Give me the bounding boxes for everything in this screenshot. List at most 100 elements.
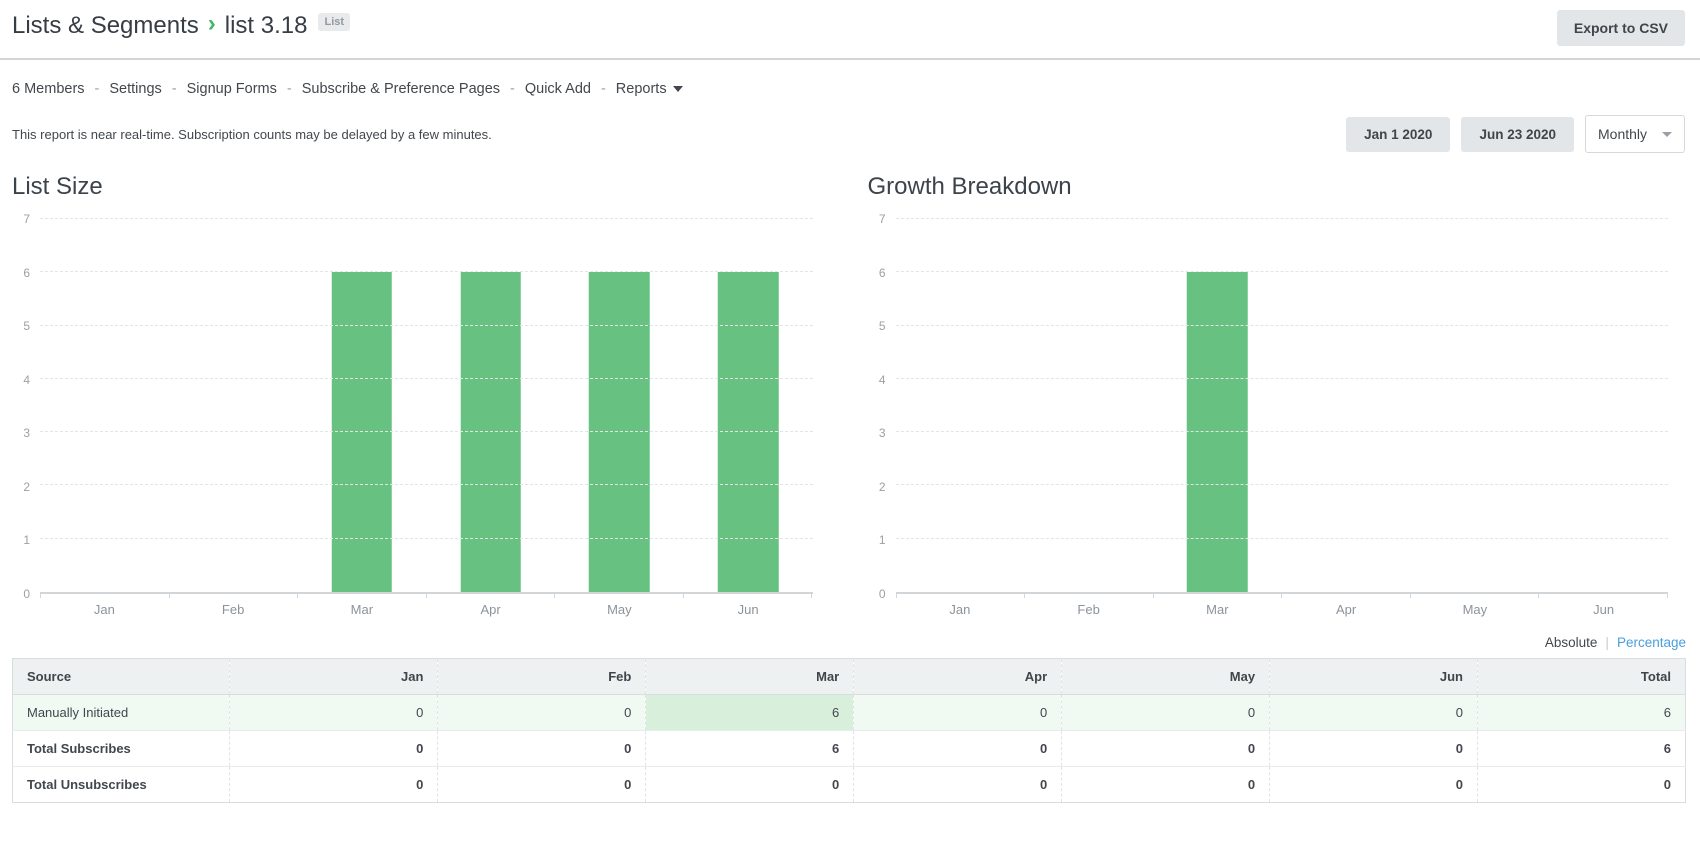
bar-slot-jun [1539,219,1668,592]
x-tick [1539,594,1668,598]
plot-area [896,219,1669,594]
bar-slot-mar [1153,219,1282,592]
gridline [896,484,1669,485]
nav-separator: - [95,81,100,97]
table-row: Total Subscribes0060006 [13,731,1686,767]
nav-item-signup-forms[interactable]: Signup Forms [187,81,277,97]
value-cell: 6 [1478,731,1686,767]
nav-item-subscribe-preference-pages[interactable]: Subscribe & Preference Pages [302,81,500,97]
x-tick-label: Jun [1539,602,1668,617]
x-tick [41,594,170,598]
column-header-apr: Apr [854,659,1062,695]
nav-item-label: Quick Add [525,81,591,97]
y-tick-label: 5 [23,319,30,333]
bar-slot-feb [1024,219,1153,592]
gridline [40,538,813,539]
x-axis-ticks [40,594,813,598]
y-tick-label: 6 [23,266,30,280]
breadcrumb-lists-segments-link[interactable]: Lists & Segments [12,12,199,40]
column-header-feb: Feb [438,659,646,695]
y-tick-label: 4 [879,373,886,387]
x-tick-label: May [1411,602,1540,617]
interval-select-value: Monthly [1598,126,1647,142]
export-to-csv-button[interactable]: Export to CSV [1557,10,1685,46]
value-cell: 0 [1270,731,1478,767]
y-tick-label: 3 [23,426,30,440]
y-tick-label: 4 [23,373,30,387]
y-tick-label: 5 [879,319,886,333]
y-axis: 01234567 [12,219,40,594]
x-tick-label: Feb [169,602,298,617]
column-header-total: Total [1478,659,1686,695]
chevron-down-icon [673,86,683,92]
x-tick [1025,594,1154,598]
value-cell: 6 [1478,695,1686,731]
value-cell: 0 [1270,767,1478,803]
value-cell: 0 [1478,767,1686,803]
x-tick-label: Mar [1153,602,1282,617]
source-table-wrap: SourceJanFebMarAprMayJunTotal Manually I… [0,658,1700,803]
chevron-right-icon: › [208,12,216,36]
gridline [40,431,813,432]
value-cell: 0 [1062,767,1270,803]
x-tick-label: Jan [896,602,1025,617]
bar-slot-jun [684,219,813,592]
y-tick-label: 2 [23,480,30,494]
bar-slot-apr [1282,219,1411,592]
gridline [40,271,813,272]
x-tick-label: Feb [1024,602,1153,617]
value-cell: 0 [1062,695,1270,731]
nav-item-6-members[interactable]: 6 Members [12,81,85,97]
x-tick [298,594,427,598]
percentage-toggle[interactable]: Percentage [1617,635,1686,650]
column-header-jun: Jun [1270,659,1478,695]
value-mode-toggle: Absolute | Percentage [0,617,1700,658]
source-cell: Manually Initiated [13,695,230,731]
x-tick-label: Apr [1282,602,1411,617]
value-cell: 0 [1270,695,1478,731]
nav-separator: - [510,81,515,97]
value-cell: 0 [230,767,438,803]
bar-series [40,219,813,592]
x-tick [170,594,299,598]
breadcrumb: Lists & Segments › list 3.18 List [12,10,350,40]
column-header-source: Source [13,659,230,695]
start-date-button[interactable]: Jan 1 2020 [1346,117,1450,152]
report-toolbar: This report is near real-time. Subscript… [0,97,1700,153]
list-size-chart: List Size 01234567 JanFebMarAprMayJun [12,173,813,617]
growth-breakdown-chart: Growth Breakdown 01234567 JanFebMarAprMa… [868,173,1669,617]
value-cell: 0 [1062,731,1270,767]
nav-item-settings[interactable]: Settings [109,81,161,97]
column-header-mar: Mar [646,659,854,695]
table-row: Manually Initiated0060006 [13,695,1686,731]
value-cell: 0 [230,695,438,731]
chart-title: List Size [12,173,813,201]
value-cell: 0 [646,767,854,803]
bar-slot-jan [40,219,169,592]
y-tick-label: 1 [23,533,30,547]
bar-slot-apr [426,219,555,592]
gridline [40,484,813,485]
nav-separator: - [601,81,606,97]
date-range-controls: Jan 1 2020 Jun 23 2020 Monthly [1346,115,1685,153]
nav-separator: - [287,81,292,97]
nav-item-reports[interactable]: Reports [616,81,683,97]
y-axis: 01234567 [868,219,896,594]
x-tick [1282,594,1411,598]
interval-select[interactable]: Monthly [1585,115,1685,153]
nav-item-label: Reports [616,81,667,97]
chart-title: Growth Breakdown [868,173,1669,201]
value-cell: 0 [438,767,646,803]
y-tick-label: 7 [23,212,30,226]
gridline [896,378,1669,379]
x-tick-label: May [555,602,684,617]
end-date-button[interactable]: Jun 23 2020 [1461,117,1574,152]
gridline [896,538,1669,539]
y-tick-label: 7 [879,212,886,226]
absolute-toggle[interactable]: Absolute [1545,635,1598,650]
nav-item-quick-add[interactable]: Quick Add [525,81,591,97]
bar-series [896,219,1669,592]
gridline [896,271,1669,272]
nav-item-label: Subscribe & Preference Pages [302,81,500,97]
source-table: SourceJanFebMarAprMayJunTotal Manually I… [12,658,1686,803]
